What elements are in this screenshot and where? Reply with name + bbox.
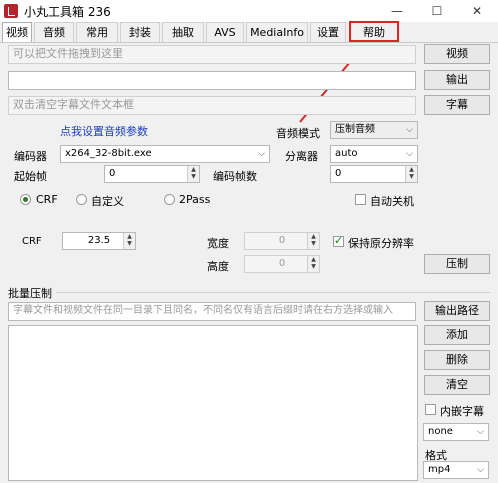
chevron-down-icon: ⌵ (406, 149, 413, 159)
stepper-arrows-icon[interactable]: ▲ ▼ (405, 166, 417, 182)
stepper-arrows-icon[interactable]: ▲ ▼ (123, 233, 135, 249)
width-value: 0 (278, 235, 286, 246)
batch-file-list[interactable] (8, 325, 418, 481)
stepper-arrows-icon[interactable]: ▲ ▼ (187, 166, 199, 182)
audio-mode-select[interactable]: 压制音频 ⌵ (330, 121, 418, 139)
chevron-down-icon: ⌵ (258, 149, 265, 159)
encode-frames-stepper[interactable]: 0 ▲ ▼ (330, 165, 418, 183)
chevron-down-icon: ⌵ (477, 427, 484, 437)
audio-mode-label: 音频模式 (276, 127, 320, 140)
video-file-input[interactable]: 可以把文件拖拽到这里 (8, 45, 416, 64)
format-select[interactable]: mp4 ⌵ (423, 461, 489, 479)
custom-radio-label: 自定义 (91, 195, 124, 208)
two-pass-radio[interactable] (164, 194, 175, 205)
height-value: 0 (278, 258, 286, 269)
encode-frames-value: 0 (335, 168, 342, 179)
encode-frames-label: 编码帧数 (213, 170, 257, 183)
batch-divider (56, 292, 490, 293)
crf-radio-label: CRF (36, 193, 58, 206)
subtitle-button[interactable]: 字幕 (424, 95, 490, 115)
keep-resolution-label: 保持原分辨率 (348, 237, 414, 250)
keep-resolution-checkbox[interactable] (333, 234, 344, 247)
batch-section-title: 批量压制 (8, 287, 52, 300)
encoder-label: 编码器 (14, 150, 47, 163)
add-button[interactable]: 添加 (424, 325, 490, 345)
start-frame-stepper[interactable]: 0 ▲ ▼ (104, 165, 200, 183)
auto-shutdown-label: 自动关机 (370, 195, 414, 208)
stepper-arrows-icon[interactable]: ▲ ▼ (307, 233, 319, 249)
width-stepper[interactable]: 0 ▲ ▼ (244, 232, 320, 250)
chevron-down-icon: ⌵ (477, 465, 484, 475)
compress-button[interactable]: 压制 (424, 254, 490, 274)
crf-value: 23.5 (87, 235, 111, 246)
encoder-value: x264_32-8bit.exe (65, 148, 152, 159)
clear-button[interactable]: 清空 (424, 375, 490, 395)
embed-subtitle-label: 内嵌字幕 (440, 405, 484, 418)
format-value: mp4 (428, 464, 451, 475)
output-button[interactable]: 输出 (424, 70, 490, 90)
auto-shutdown-checkbox[interactable] (355, 194, 366, 205)
subtitle-file-input[interactable]: 双击清空字幕文件文本框 (8, 96, 416, 115)
output-file-input[interactable] (8, 71, 416, 90)
width-label: 宽度 (207, 237, 229, 250)
subtitle-language-value: none (428, 426, 453, 437)
custom-radio[interactable] (76, 194, 87, 205)
two-pass-radio-label: 2Pass (179, 193, 211, 206)
start-frame-value: 0 (109, 168, 116, 179)
subtitle-language-select[interactable]: none ⌵ (423, 423, 489, 441)
start-frame-label: 起始帧 (14, 170, 47, 183)
crf-stepper[interactable]: 23.5 ▲ ▼ (62, 232, 136, 250)
separator-select[interactable]: auto ⌵ (330, 145, 418, 163)
crf-radio[interactable] (20, 194, 31, 205)
separator-label: 分离器 (285, 150, 318, 163)
separator-value: auto (335, 148, 358, 159)
audio-mode-value: 压制音频 (335, 124, 375, 135)
embed-subtitle-checkbox[interactable] (425, 404, 436, 415)
height-label: 高度 (207, 260, 229, 273)
batch-hint-input[interactable]: 字幕文件和视频文件在同一目录下且同名，不同名仅有语言后缀时请在右方选择或输入 (8, 302, 416, 321)
audio-settings-link[interactable]: 点我设置音频参数 (60, 123, 148, 139)
output-path-button[interactable]: 输出路径 (424, 301, 490, 321)
encoder-select[interactable]: x264_32-8bit.exe ⌵ (60, 145, 270, 163)
crf-label: CRF (22, 236, 42, 247)
delete-button[interactable]: 删除 (424, 350, 490, 370)
stepper-arrows-icon[interactable]: ▲ ▼ (307, 256, 319, 272)
height-stepper[interactable]: 0 ▲ ▼ (244, 255, 320, 273)
chevron-down-icon: ⌵ (406, 125, 413, 135)
video-button[interactable]: 视频 (424, 44, 490, 64)
